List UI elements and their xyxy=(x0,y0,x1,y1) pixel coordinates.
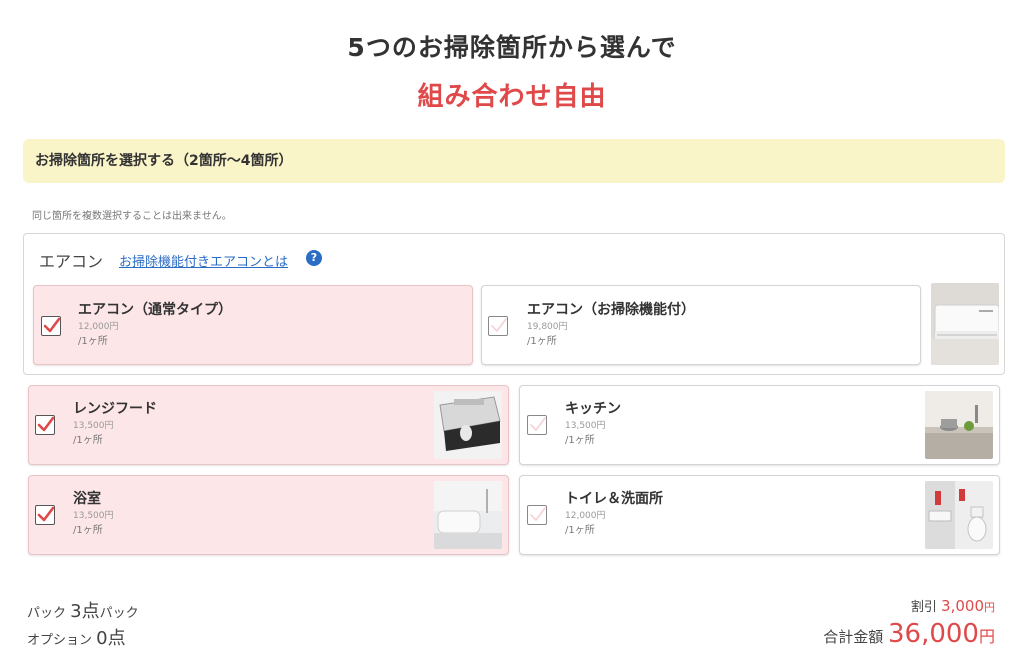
toilet-photo xyxy=(925,481,993,549)
option-card-range-hood[interactable]: レンジフード 13,500円 /1ヶ所 xyxy=(28,385,509,465)
option-name: レンジフード xyxy=(73,401,157,417)
discount-label: 割引 xyxy=(910,600,937,615)
bathroom-photo xyxy=(434,481,502,549)
page-subtitle: 組み合わせ自由 xyxy=(417,82,607,112)
option-name: エアコン（お掃除機能付） xyxy=(527,302,695,318)
option-label: オプション xyxy=(27,633,93,648)
option-name: エアコン（通常タイプ） xyxy=(78,302,232,318)
total-value: 36,000 xyxy=(888,619,979,649)
option-unit: /1ヶ所 xyxy=(73,435,103,446)
checkbox-checked-icon[interactable] xyxy=(35,415,55,435)
option-summary: オプション 0点 xyxy=(27,624,126,650)
range-hood-photo xyxy=(434,391,502,459)
total-row: 合計金額 36,000円 xyxy=(823,619,995,649)
total-unit: 円 xyxy=(978,627,995,646)
option-card-kitchen[interactable]: キッチン 13,500円 /1ヶ所 xyxy=(519,385,1000,465)
checkbox-checked-icon[interactable] xyxy=(35,505,55,525)
checkbox-checked-icon[interactable] xyxy=(41,316,61,336)
pack-label: パック xyxy=(27,606,67,621)
pack-suffix: パック xyxy=(99,606,139,621)
option-name: キッチン xyxy=(565,401,621,417)
checkbox-empty-icon[interactable] xyxy=(527,415,547,435)
aircon-info-link[interactable]: お掃除機能付きエアコンとは xyxy=(119,251,288,270)
option-unit: /1ヶ所 xyxy=(565,525,595,536)
discount-row: 割引 3,000円 xyxy=(911,596,995,615)
option-unit: /1ヶ所 xyxy=(73,525,103,536)
pack-summary: パック 3点パック xyxy=(27,597,139,623)
checkbox-empty-icon[interactable] xyxy=(488,316,508,336)
option-value: 0点 xyxy=(96,628,126,649)
section-heading: お掃除箇所を選択する（2箇所〜4箇所） xyxy=(23,139,1005,183)
discount-value: 3,000 xyxy=(941,597,984,615)
aircon-photo xyxy=(931,283,999,365)
option-name: 浴室 xyxy=(73,491,101,507)
selection-note: 同じ箇所を複数選択することは出来ません。 xyxy=(32,211,232,222)
option-unit: /1ヶ所 xyxy=(565,435,595,446)
kitchen-photo xyxy=(925,391,993,459)
option-card-bathroom[interactable]: 浴室 13,500円 /1ヶ所 xyxy=(28,475,509,555)
option-card-aircon-normal[interactable]: エアコン（通常タイプ） 12,000円 /1ヶ所 xyxy=(33,285,473,365)
option-price: 13,500円 xyxy=(565,421,606,431)
total-label: 合計金額 xyxy=(823,628,884,646)
option-price: 12,000円 xyxy=(78,322,119,332)
option-price: 12,000円 xyxy=(565,511,606,521)
option-unit: /1ヶ所 xyxy=(527,336,557,347)
checkbox-empty-icon[interactable] xyxy=(527,505,547,525)
option-name: トイレ＆洗面所 xyxy=(565,491,663,507)
option-price: 13,500円 xyxy=(73,511,114,521)
option-card-toilet-washroom[interactable]: トイレ＆洗面所 12,000円 /1ヶ所 xyxy=(519,475,1000,555)
page-title: 5つのお掃除箇所から選んで xyxy=(347,33,677,62)
option-unit: /1ヶ所 xyxy=(78,336,108,347)
option-card-aircon-cleaning[interactable]: エアコン（お掃除機能付） 19,800円 /1ヶ所 xyxy=(481,285,921,365)
option-price: 19,800円 xyxy=(527,322,568,332)
option-price: 13,500円 xyxy=(73,421,114,431)
aircon-label: エアコン xyxy=(39,252,104,271)
help-icon[interactable]: ? xyxy=(306,250,322,266)
discount-unit: 円 xyxy=(984,601,995,614)
pack-value: 3点 xyxy=(70,601,100,622)
